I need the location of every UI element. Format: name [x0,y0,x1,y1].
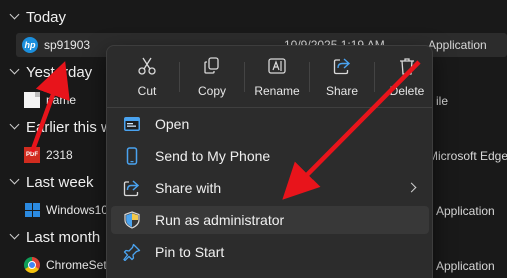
chevron-down-icon [10,122,20,132]
file-row-windows10[interactable]: Windows10 [18,198,108,222]
file-type: Application [436,204,495,218]
share-icon [333,58,351,75]
context-menu: Cut Copy Rename Share Delete Open Send t… [106,45,433,278]
phone-icon [126,147,138,165]
cut-button[interactable]: Cut [115,52,179,102]
chevron-down-icon [10,67,20,77]
share-button[interactable]: Share [310,52,374,102]
context-menu-toolbar: Cut Copy Rename Share Delete [115,52,439,102]
shield-icon [124,211,140,229]
hp-logo-icon: hp [22,37,38,53]
pin-icon [123,243,141,261]
trash-icon [400,58,414,75]
file-type: Application [428,38,487,52]
chevron-down-icon [10,232,20,242]
document-icon [24,92,40,108]
chevron-right-icon [406,182,417,193]
rename-icon [268,58,286,74]
menu-item-pin-to-start[interactable]: Pin to Start [111,238,429,266]
delete-button[interactable]: Delete [375,52,439,102]
menu-item-send-to-my-phone[interactable]: Send to My Phone [111,142,429,170]
group-header-last-month[interactable]: Last month [0,225,100,249]
open-window-icon [124,117,140,131]
scissors-icon [138,57,156,75]
menu-item-share-with[interactable]: Share with [111,174,429,202]
rename-button[interactable]: Rename [245,52,309,102]
file-name: sp91903 [44,38,91,52]
copy-button[interactable]: Copy [180,52,244,102]
file-name: ChromeSetu [46,258,114,272]
chevron-down-icon [10,12,20,22]
group-header-today[interactable]: Today [0,5,66,29]
file-name: name [46,93,77,107]
menu-divider [107,107,432,108]
file-name: Windows10 [46,203,109,217]
menu-item-open[interactable]: Open [111,110,429,138]
file-row-2318[interactable]: PDF 2318 [18,143,73,167]
group-header-last-week[interactable]: Last week [0,170,94,194]
file-name: 2318 [46,148,73,162]
chevron-down-icon [10,177,20,187]
chrome-logo-icon [24,257,40,273]
file-row-name[interactable]: name [18,88,76,112]
menu-item-run-as-administrator[interactable]: Run as administrator [111,206,429,234]
file-row-chromesetup[interactable]: ChromeSetu [18,253,113,277]
share-icon [123,180,140,197]
pdf-icon: PDF [24,147,40,163]
file-type: Microsoft Edge [428,149,507,163]
windows-logo-icon [24,202,40,218]
group-header-yesterday[interactable]: Yesterday [0,60,92,84]
copy-icon [204,57,219,74]
file-type: Application [436,259,495,273]
